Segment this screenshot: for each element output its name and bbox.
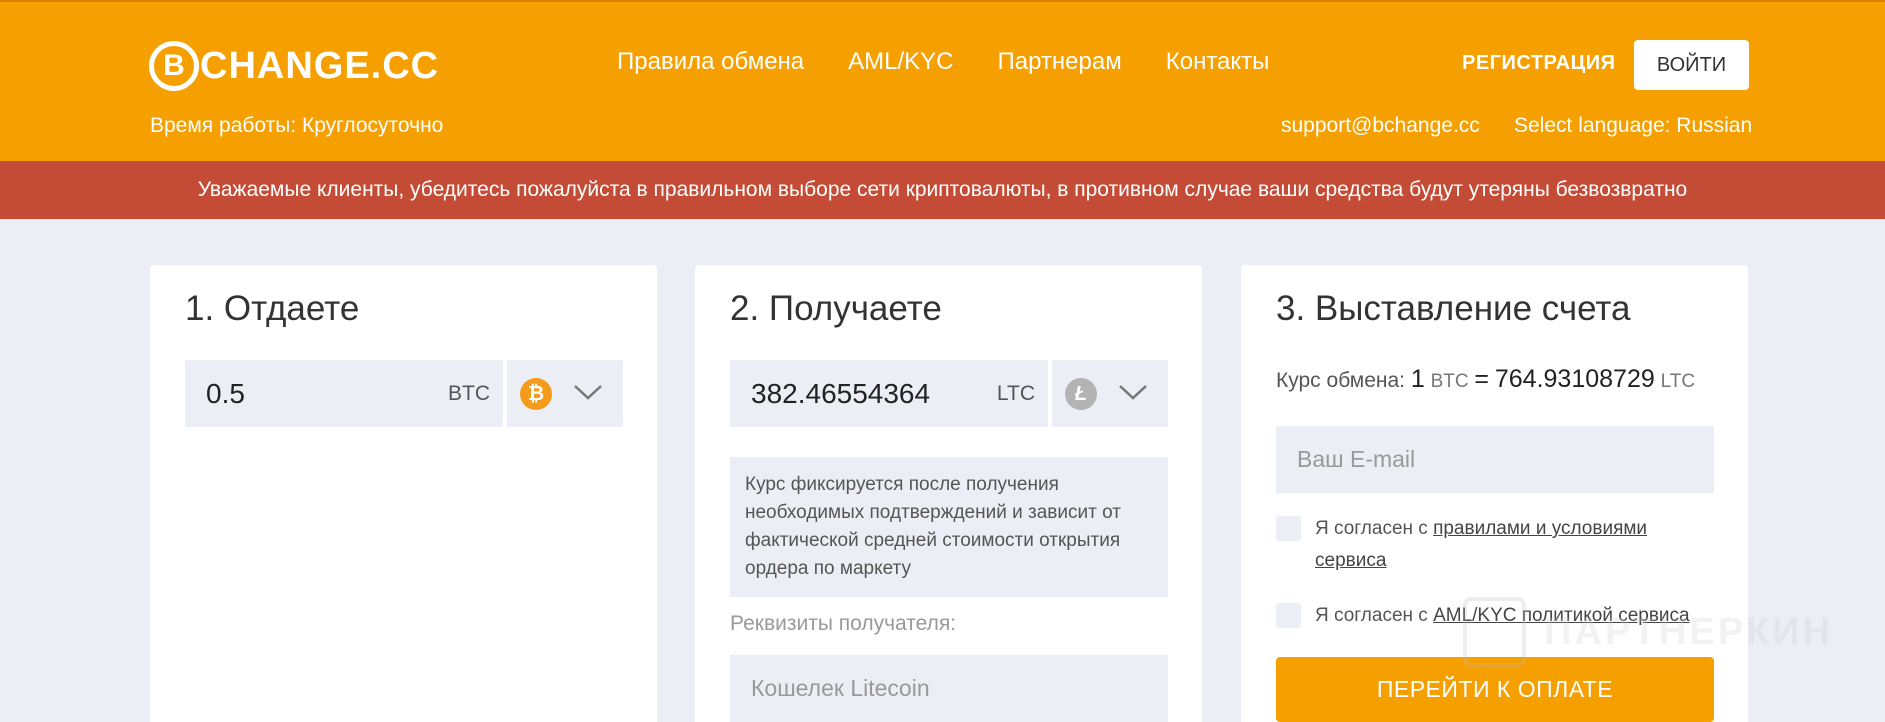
invoice-title: 3. Выставление счета [1276, 289, 1631, 328]
receive-amount-value[interactable]: 382.46554364 [751, 378, 930, 410]
rate-equals: = [1474, 365, 1490, 393]
rate-note: Курс фиксируется после получения необход… [730, 457, 1168, 597]
warning-text: Уважаемые клиенты, убедитесь пожалуйста … [197, 178, 1688, 201]
main-nav: Правила обмена AML/KYC Партнерам Контакт… [617, 48, 1269, 76]
register-link[interactable]: РЕГИСТРАЦИЯ [1462, 52, 1615, 75]
agree-terms-row: Я согласен с правилами и условиями серви… [1276, 516, 1715, 577]
language-selector[interactable]: Select language: Russian [1514, 114, 1752, 138]
litecoin-icon: Ł [1065, 378, 1097, 410]
give-amount-value[interactable]: 0.5 [206, 378, 245, 410]
logo-text: CHANGE.CC [200, 44, 440, 87]
invoice-card: 3. Выставление счета Курс обмена: 1 BTC … [1241, 265, 1748, 722]
nav-exchange-rules[interactable]: Правила обмена [617, 48, 804, 76]
rate-label: Курс обмена: [1276, 369, 1405, 392]
support-email-link[interactable]: support@bchange.cc [1281, 114, 1480, 138]
warning-banner: Уважаемые клиенты, убедитесь пожалуйста … [0, 161, 1885, 219]
aml-policy-link[interactable]: AML/KYC политикой сервиса [1433, 605, 1690, 626]
give-currency-select[interactable]: ₿ [507, 360, 623, 427]
agree-terms-text: Я согласен с правилами и условиями серви… [1315, 513, 1715, 577]
nav-partners[interactable]: Партнерам [998, 48, 1122, 76]
agree-aml-checkbox[interactable] [1276, 603, 1301, 628]
chevron-down-icon [574, 385, 602, 400]
rate-to-amount: 764.93108729 [1494, 365, 1655, 393]
give-card: 1. Отдаете 0.5 BTC ₿ [150, 265, 657, 722]
give-currency-code: BTC [448, 382, 490, 405]
exchange-rate: Курс обмена: 1 BTC = 764.93108729 LTC [1276, 365, 1695, 394]
wallet-input[interactable] [730, 655, 1168, 722]
nav-aml-kyc[interactable]: AML/KYC [848, 48, 953, 76]
receive-title: 2. Получаете [730, 289, 942, 328]
receive-currency-code: LTC [996, 382, 1035, 405]
receive-card: 2. Получаете 382.46554364 LTC Ł Курс фик… [695, 265, 1202, 722]
agree-aml-row: Я согласен с AML/KYC политикой сервиса [1276, 603, 1715, 632]
give-title: 1. Отдаете [185, 289, 360, 328]
agree-aml-text: Я согласен с AML/KYC политикой сервиса [1315, 600, 1715, 632]
site-header: B CHANGE.CC Правила обмена AML/KYC Партн… [0, 0, 1885, 161]
rate-from-currency: BTC [1430, 371, 1469, 392]
pay-button[interactable]: ПЕРЕЙТИ К ОПЛАТЕ [1276, 657, 1714, 722]
chevron-down-icon [1119, 385, 1147, 400]
receive-amount-field[interactable]: 382.46554364 LTC [730, 360, 1048, 427]
rate-from-amount: 1 [1410, 365, 1425, 393]
bitcoin-icon: ₿ [520, 378, 552, 410]
requisites-label: Реквизиты получателя: [730, 612, 957, 635]
logo-bitcoin-icon: B [149, 41, 199, 91]
receive-currency-select[interactable]: Ł [1052, 360, 1168, 427]
give-amount-field[interactable]: 0.5 BTC [185, 360, 503, 427]
agree-terms-checkbox[interactable] [1276, 516, 1301, 541]
working-hours: Время работы: Круглосуточно [150, 114, 444, 137]
login-button[interactable]: ВОЙТИ [1634, 40, 1749, 90]
agree-aml-prefix: Я согласен с [1315, 605, 1428, 626]
logo[interactable]: B CHANGE.CC [149, 38, 439, 94]
nav-contacts[interactable]: Контакты [1166, 48, 1270, 76]
rate-to-currency: LTC [1660, 371, 1696, 392]
agree-terms-prefix: Я согласен с [1315, 518, 1428, 539]
email-input[interactable] [1276, 426, 1714, 493]
